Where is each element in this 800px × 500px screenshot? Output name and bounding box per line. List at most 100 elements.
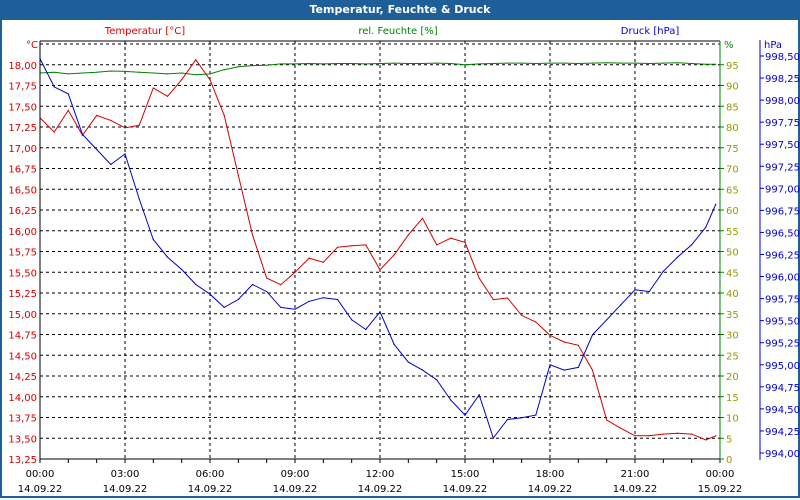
x-tick-date: 14.09.22: [103, 484, 148, 495]
humidity-tick-label: 30: [726, 331, 739, 342]
data-point-press: [237, 298, 239, 301]
data-point-temp: [606, 419, 608, 421]
data-point-temp: [322, 261, 324, 263]
data-point-press: [577, 366, 579, 369]
temp-tick-label: 13,50: [8, 434, 37, 445]
data-point-hum: [266, 64, 268, 66]
x-tick-time: 06:00: [196, 469, 225, 480]
data-point-temp: [379, 269, 381, 271]
pressure-tick-label: 996,75: [765, 206, 800, 217]
data-point-press: [535, 414, 537, 416]
humidity-tick-label: 65: [726, 185, 739, 196]
temp-axis-title: Temperatur [°C]: [104, 26, 185, 37]
temp-tick-label: 13,75: [8, 414, 37, 425]
temp-tick-label: 14,75: [8, 331, 37, 342]
temp-tick-label: 15,50: [8, 268, 37, 279]
data-point-temp: [521, 314, 523, 317]
data-point-temp: [96, 114, 98, 116]
data-point-temp: [634, 435, 636, 437]
data-point-temp: [351, 245, 353, 247]
temp-tick-label: 15,25: [8, 289, 37, 300]
data-point-hum: [436, 62, 438, 64]
humidity-tick-label: 90: [726, 82, 739, 93]
series-line-temp: [39, 58, 716, 441]
humidity-tick-label: 85: [726, 102, 739, 113]
data-point-temp: [209, 79, 211, 81]
data-point-hum: [195, 74, 197, 76]
humidity-tick-label: 50: [726, 248, 739, 259]
data-point-temp: [535, 321, 537, 323]
x-tick-date: 14.09.22: [18, 484, 63, 495]
pressure-tick-label: 997,50: [765, 140, 800, 151]
data-point-hum: [705, 63, 707, 65]
data-point-hum: [549, 62, 551, 64]
data-point-temp: [464, 241, 466, 243]
humidity-tick-label: 55: [726, 227, 739, 238]
data-point-temp: [492, 299, 494, 301]
temp-tick-label: 17,50: [8, 102, 37, 113]
data-point-hum: [591, 62, 594, 64]
data-point-hum: [606, 62, 608, 64]
x-tick-time: 00:00: [706, 469, 735, 480]
temp-tick-label: 13,25: [8, 455, 37, 466]
data-point-press: [478, 394, 480, 396]
data-point-press: [223, 306, 225, 309]
data-point-temp: [676, 432, 679, 434]
pressure-tick-label: 996,50: [765, 228, 800, 239]
humidity-tick-label: 15: [726, 393, 739, 404]
data-point-temp: [393, 254, 395, 256]
data-point-press: [634, 289, 636, 291]
x-tick-time: 09:00: [281, 469, 310, 480]
data-point-temp: [280, 284, 282, 286]
data-point-temp: [195, 59, 197, 61]
humidity-tick-label: 45: [726, 268, 739, 279]
data-point-temp: [478, 277, 480, 279]
data-point-hum: [393, 62, 395, 64]
data-point-hum: [351, 62, 353, 65]
pressure-tick-label: 996,00: [765, 273, 800, 284]
data-point-press: [662, 270, 664, 272]
humidity-tick-label: 95: [726, 61, 739, 72]
data-point-press: [464, 414, 466, 416]
data-point-temp: [662, 433, 664, 435]
x-tick-date: 14.09.22: [273, 484, 318, 495]
data-point-press: [436, 379, 438, 381]
pressure-tick-label: 998,50: [765, 52, 800, 63]
data-point-hum: [577, 62, 579, 65]
x-tick-date: 15.09.22: [698, 484, 743, 495]
data-point-press: [280, 306, 282, 309]
temp-tick-label: 17,00: [8, 144, 37, 155]
data-point-temp: [336, 246, 339, 248]
temp-tick-label: 14,00: [8, 393, 37, 404]
data-point-press: [492, 437, 494, 439]
data-point-press: [124, 153, 126, 155]
data-point-temp: [181, 79, 183, 81]
data-point-press: [166, 256, 169, 258]
data-point-hum: [53, 71, 55, 73]
data-point-hum: [251, 64, 254, 67]
pressure-tick-label: 995,75: [765, 295, 800, 306]
data-point-temp: [691, 433, 693, 435]
series-group: [39, 58, 717, 441]
data-point-hum: [450, 62, 452, 65]
data-point-hum: [691, 62, 693, 65]
pressure-tick-label: 994,50: [765, 405, 800, 416]
x-tick-time: 15:00: [451, 469, 480, 480]
data-point-temp: [110, 119, 112, 121]
data-point-temp: [577, 344, 579, 346]
data-point-hum: [492, 62, 494, 65]
data-point-hum: [478, 63, 480, 65]
pressure-tick-label: 998,25: [765, 74, 800, 85]
data-point-hum: [138, 71, 140, 73]
pressure-tick-label: 997,75: [765, 118, 800, 129]
chart-canvas: 13,25 13,50 13,75 14,00 14,25 14,50 14,75 15,00…: [8, 26, 800, 495]
data-point-temp: [294, 271, 296, 273]
pressure-tick-label: 997,25: [765, 162, 800, 173]
temp-tick-label: 16,75: [8, 165, 37, 176]
data-point-hum: [308, 62, 310, 65]
data-point-temp: [152, 87, 154, 89]
data-point-temp: [549, 334, 551, 336]
temp-tick-label: 17,75: [8, 82, 37, 93]
temp-tick-label: 14,25: [8, 372, 37, 383]
data-point-hum: [648, 62, 650, 65]
